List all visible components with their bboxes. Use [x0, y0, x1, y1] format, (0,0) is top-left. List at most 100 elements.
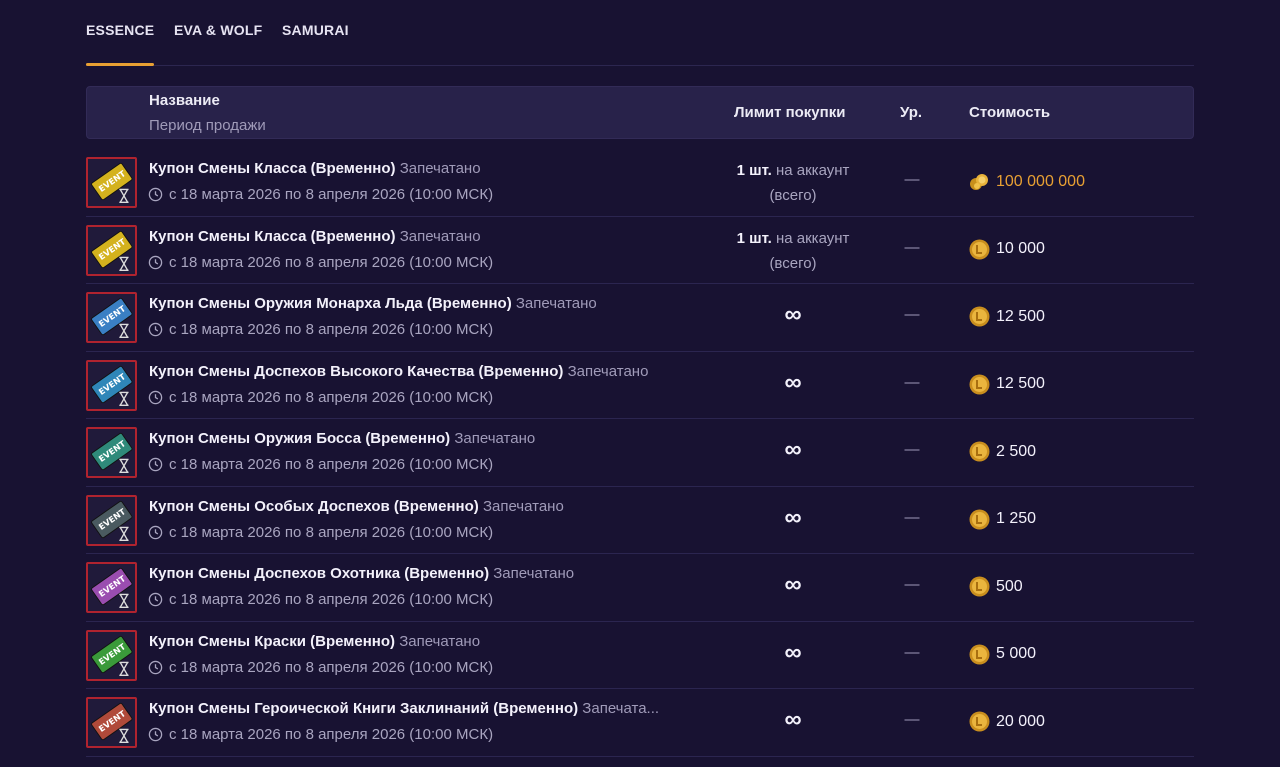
- item-status: Запечатано: [399, 160, 481, 177]
- item-cost: 20 000: [969, 711, 1045, 732]
- table-row[interactable]: EVENT Купон Смены Оружия Монарха Льда (В…: [86, 284, 1194, 352]
- coupon-item-icon[interactable]: EVENT: [86, 157, 137, 208]
- sale-period: с 18 марта 2026 по 8 апреля 2026 (10:00 …: [148, 726, 493, 743]
- coupon-item-icon[interactable]: EVENT: [86, 224, 137, 276]
- item-level: —: [904, 643, 920, 661]
- item-level: —: [904, 711, 920, 728]
- table-row[interactable]: EVENT Купон Смены Класса (Временно) Запе…: [86, 149, 1194, 217]
- item-cost-value: 500: [996, 577, 1023, 595]
- coin-icon: [969, 644, 990, 664]
- clock-icon: [148, 255, 163, 269]
- limit-count: 1 шт.: [736, 229, 772, 247]
- item-title: Купон Смены Класса (Временно): [149, 160, 396, 177]
- header-period: Период продажи: [149, 117, 266, 134]
- sale-period-text: с 18 марта 2026 по 8 апреля 2026 (10:00 …: [169, 321, 494, 338]
- clock-icon: [148, 525, 163, 539]
- sale-period: с 18 марта 2026 по 8 апреля 2026 (10:00 …: [148, 389, 493, 406]
- item-name: Купон Смены Героической Книги Заклинаний…: [149, 700, 659, 717]
- coupon-item-icon[interactable]: EVENT: [86, 494, 137, 546]
- coupon-item-icon[interactable]: EVENT: [86, 697, 137, 748]
- tab-bar: ESSENCE EVA & WOLF SAMURAI: [86, 0, 1194, 66]
- limit-scope-total: (всего): [769, 254, 817, 272]
- table-row[interactable]: EVENT Купон Смены Оружия Босса (Временно…: [86, 419, 1194, 487]
- header-level: Ур.: [900, 104, 923, 121]
- item-status: Запечатано: [567, 362, 649, 380]
- item-level: —: [904, 441, 920, 458]
- coin-icon: [969, 509, 990, 529]
- tab-eva-wolf[interactable]: EVA & WOLF: [174, 22, 262, 38]
- coupon-item-icon[interactable]: EVENT: [86, 292, 137, 343]
- sale-period-text: с 18 марта 2026 по 8 апреля 2026 (10:00 …: [169, 388, 494, 406]
- item-cost-value: 1 250: [996, 510, 1037, 527]
- item-title: Купон Смены Особых Доспехов (Временно): [149, 497, 479, 515]
- table-row[interactable]: EVENT Купон Смены Героической Книги Закл…: [86, 689, 1194, 757]
- tab-samurai[interactable]: SAMURAI: [282, 22, 349, 38]
- item-status: Запечатано: [482, 497, 564, 515]
- coupon-item-icon[interactable]: EVENT: [86, 427, 137, 478]
- item-cost-value: 2 500: [996, 442, 1037, 460]
- table-row[interactable]: EVENT Купон Смены Класса (Временно) Запе…: [86, 217, 1194, 284]
- sale-period: с 18 марта 2026 по 8 апреля 2026 (10:00 …: [148, 659, 493, 676]
- clock-icon: [148, 322, 163, 337]
- clock-icon: [148, 457, 163, 472]
- item-status: Запечата...: [582, 700, 660, 717]
- item-title: Купон Смены Доспехов Высокого Качества (…: [149, 362, 564, 380]
- coin-icon: [969, 374, 990, 394]
- limit-unlimited: ∞: [784, 301, 802, 328]
- tab-essence[interactable]: ESSENCE: [86, 22, 155, 66]
- item-cost: 10 000: [969, 239, 1045, 260]
- limit-scope: на аккаунт: [775, 229, 850, 247]
- sale-period: с 18 марта 2026 по 8 апреля 2026 (10:00 …: [148, 456, 493, 473]
- gold-pile-icon: [970, 174, 988, 190]
- coupon-item-icon[interactable]: EVENT: [86, 629, 137, 681]
- item-status: Запечатано: [515, 295, 597, 312]
- item-cost: 12 500: [969, 306, 1045, 327]
- item-name: Купон Смены Оружия Босса (Временно) Запе…: [149, 430, 535, 447]
- limit-unlimited: ∞: [784, 638, 802, 666]
- item-cost: 100 000 000: [969, 171, 1085, 192]
- coin-icon: [969, 711, 990, 732]
- limit-scope: на аккаунт: [775, 162, 850, 179]
- item-cost: 500: [969, 576, 1023, 597]
- item-name: Купон Смены Класса (Временно) Запечатано: [149, 228, 481, 245]
- item-title: Купон Смены Оружия Монарха Льда (Временн…: [149, 295, 512, 312]
- item-cost-value: 10 000: [996, 240, 1045, 257]
- item-name: Купон Смены Особых Доспехов (Временно) З…: [149, 498, 564, 515]
- limit-unlimited: ∞: [784, 503, 802, 531]
- header-cost: Стоимость: [969, 104, 1051, 121]
- sale-period: с 18 марта 2026 по 8 апреля 2026 (10:00 …: [148, 524, 493, 541]
- sale-period: с 18 марта 2026 по 8 апреля 2026 (10:00 …: [148, 254, 493, 271]
- table-row[interactable]: EVENT Купон Смены Доспехов Охотника (Вре…: [86, 554, 1194, 622]
- header-limit: Лимит покупки: [734, 104, 846, 121]
- sale-period-text: с 18 марта 2026 по 8 апреля 2026 (10:00 …: [169, 253, 494, 271]
- coupon-item-icon[interactable]: EVENT: [86, 562, 137, 613]
- item-cost: 2 500: [969, 441, 1036, 462]
- item-status: Запечатано: [399, 632, 481, 650]
- coupon-item-icon[interactable]: EVENT: [86, 359, 137, 411]
- limit-count: 1 шт.: [736, 162, 772, 179]
- item-level: —: [904, 238, 920, 256]
- sale-period: с 18 марта 2026 по 8 апреля 2026 (10:00 …: [148, 321, 493, 338]
- coin-icon: [969, 306, 990, 327]
- item-status: Запечатано: [399, 227, 481, 245]
- item-level: —: [904, 373, 920, 391]
- limit-unlimited: ∞: [784, 368, 802, 396]
- item-status: Запечатано: [454, 430, 536, 447]
- item-list: EVENT Купон Смены Класса (Временно) Запе…: [86, 149, 1194, 757]
- sale-period-text: с 18 марта 2026 по 8 апреля 2026 (10:00 …: [169, 726, 494, 743]
- limit-text: 1 шт. на аккаунт (всего): [726, 226, 860, 276]
- item-title: Купон Смены Оружия Босса (Временно): [149, 430, 451, 447]
- table-header: Название Период продажи Лимит покупки Ур…: [86, 86, 1194, 139]
- item-title: Купон Смены Доспехов Охотника (Временно): [149, 565, 490, 582]
- sale-period-text: с 18 марта 2026 по 8 апреля 2026 (10:00 …: [169, 186, 494, 203]
- item-level: —: [904, 576, 920, 593]
- limit-scope-total: (всего): [769, 187, 817, 204]
- sale-period: с 18 марта 2026 по 8 апреля 2026 (10:00 …: [148, 186, 493, 203]
- item-title: Купон Смены Класса (Временно): [149, 227, 396, 245]
- table-row[interactable]: EVENT Купон Смены Особых Доспехов (Време…: [86, 487, 1194, 554]
- item-title: Купон Смены Героической Книги Заклинаний…: [149, 700, 579, 717]
- sale-period-text: с 18 марта 2026 по 8 апреля 2026 (10:00 …: [169, 456, 494, 473]
- clock-icon: [148, 660, 163, 674]
- table-row[interactable]: EVENT Купон Смены Краски (Временно) Запе…: [86, 622, 1194, 689]
- table-row[interactable]: EVENT Купон Смены Доспехов Высокого Каче…: [86, 352, 1194, 419]
